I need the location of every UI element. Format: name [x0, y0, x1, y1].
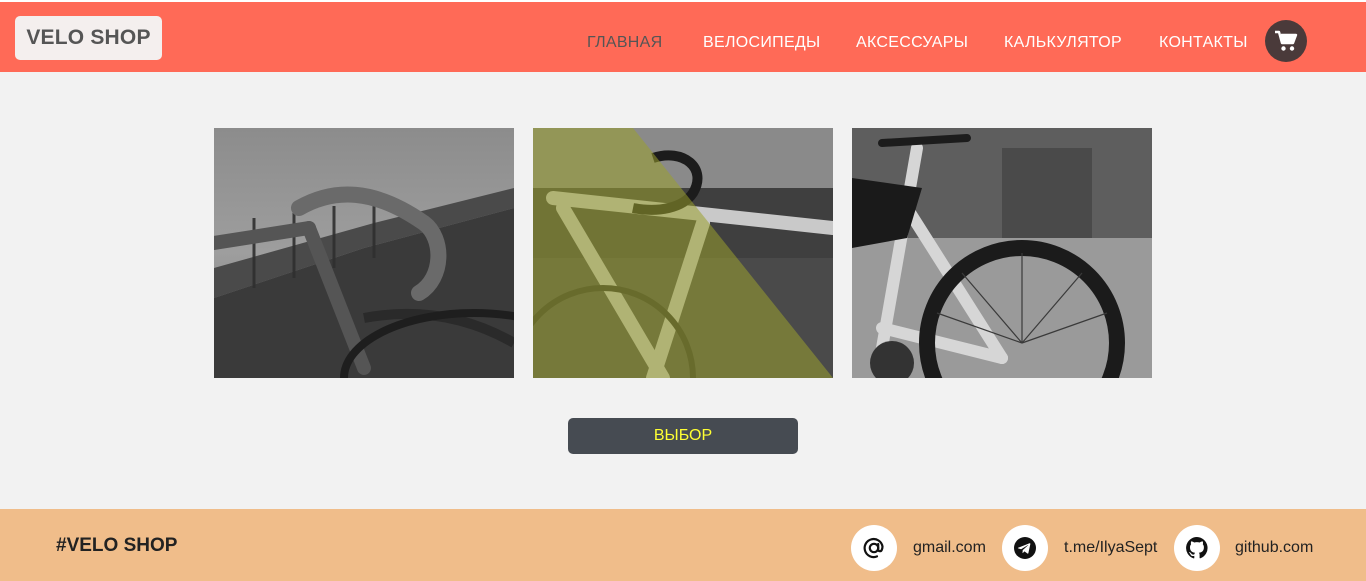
bike-photo-2: [533, 128, 833, 378]
github-link-button[interactable]: [1174, 525, 1220, 571]
telegram-link-button[interactable]: [1002, 525, 1048, 571]
nav-link-contacts[interactable]: КОНТАКТЫ: [1159, 34, 1248, 52]
site-footer: #VELO SHOP gmail.com t.me/IlyaSept githu…: [0, 509, 1366, 581]
choose-button[interactable]: ВЫБОР: [568, 418, 798, 454]
email-link-button[interactable]: [851, 525, 897, 571]
telegram-link[interactable]: t.me/IlyaSept: [1064, 539, 1157, 557]
nav-link-calculator[interactable]: КАЛЬКУЛЯТОР: [1004, 34, 1122, 52]
nav-link-bicycles[interactable]: ВЕЛОСИПЕДЫ: [703, 34, 821, 52]
bike-photo-1: [214, 128, 514, 378]
nav-link-accessories[interactable]: АКСЕССУАРЫ: [856, 34, 968, 52]
nav-link-home[interactable]: ГЛАВНАЯ: [587, 34, 663, 52]
at-sign-icon: [863, 537, 884, 559]
github-icon: [1186, 537, 1208, 559]
shopping-cart-icon: [1275, 30, 1298, 51]
bike-photo-3: [852, 128, 1152, 378]
email-link[interactable]: gmail.com: [913, 539, 986, 557]
footer-brand: #VELO SHOP: [56, 535, 178, 556]
telegram-icon: [1014, 537, 1036, 559]
main-nav: ГЛАВНАЯ ВЕЛОСИПЕДЫ АКСЕССУАРЫ КАЛЬКУЛЯТО…: [0, 2, 1366, 72]
site-header: VELO SHOP ГЛАВНАЯ ВЕЛОСИПЕДЫ АКСЕССУАРЫ …: [0, 2, 1366, 72]
cart-button[interactable]: [1265, 20, 1307, 62]
github-link[interactable]: github.com: [1235, 539, 1313, 557]
